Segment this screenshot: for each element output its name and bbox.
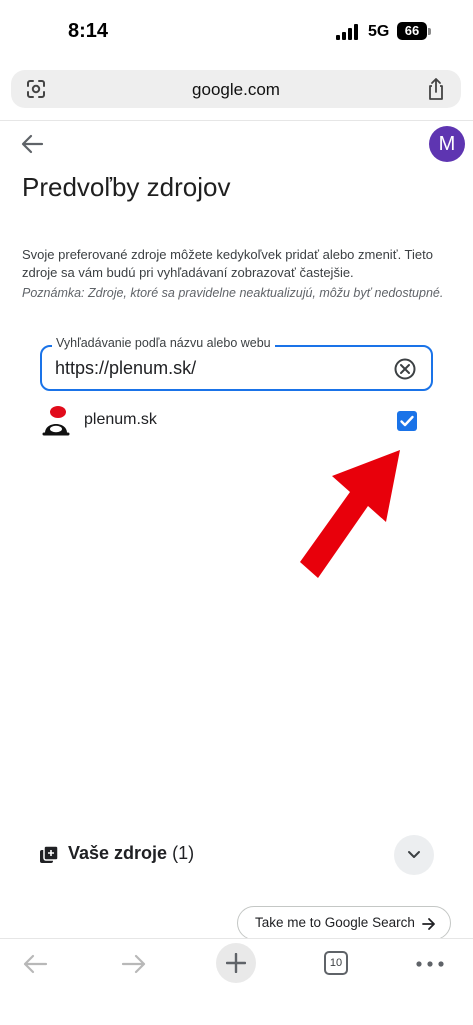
source-name: plenum.sk	[84, 411, 157, 428]
plus-icon	[226, 953, 246, 973]
plenum-logo-icon	[42, 406, 70, 436]
your-sources-title: Vaše zdroje	[68, 843, 168, 863]
tabs-icon[interactable]: 10	[324, 951, 348, 975]
browser-forward-icon[interactable]	[121, 953, 147, 975]
new-tab-button[interactable]	[216, 943, 256, 983]
battery-indicator: 66	[397, 22, 427, 40]
page-note: Poznámka: Zdroje, ktoré sa pravidelne ne…	[22, 286, 444, 300]
google-search-button-label: Take me to Google Search	[255, 915, 415, 930]
search-value[interactable]: https://plenum.sk/	[55, 358, 196, 379]
checkmark-icon	[400, 415, 414, 427]
status-bar: 8:14 5G 66	[0, 0, 473, 64]
battery-tip	[428, 28, 431, 35]
your-sources-label: Vaše zdroje (1)	[68, 843, 194, 864]
address-bar[interactable]: google.com	[11, 70, 461, 108]
clear-icon[interactable]	[394, 358, 416, 380]
source-checkbox[interactable]	[397, 411, 417, 431]
browser-back-icon[interactable]	[22, 953, 48, 975]
take-me-to-google-search-button[interactable]: Take me to Google Search	[237, 906, 451, 940]
expand-sources-button[interactable]	[394, 835, 434, 875]
your-sources-icon	[40, 846, 58, 863]
page-description: Svoje preferované zdroje môžete kedykoľv…	[22, 247, 433, 280]
back-arrow-icon[interactable]	[20, 133, 44, 155]
browser-toolbar: 10	[0, 938, 473, 1025]
status-time: 8:14	[68, 20, 109, 42]
avatar[interactable]: M	[429, 126, 465, 162]
more-icon[interactable]	[416, 961, 444, 967]
arrow-right-icon	[422, 918, 435, 930]
signal-icon	[336, 24, 360, 40]
chevron-down-icon	[408, 851, 420, 858]
share-icon[interactable]	[425, 77, 447, 101]
annotation-arrow	[300, 450, 400, 578]
search-label: Vyhľadávanie podľa názvu alebo webu	[52, 336, 275, 350]
url-text[interactable]: google.com	[11, 80, 461, 100]
network-type: 5G	[368, 23, 390, 40]
divider	[0, 120, 473, 121]
page-title: Predvoľby zdrojov	[22, 172, 231, 202]
your-sources-count: (1)	[172, 843, 195, 863]
